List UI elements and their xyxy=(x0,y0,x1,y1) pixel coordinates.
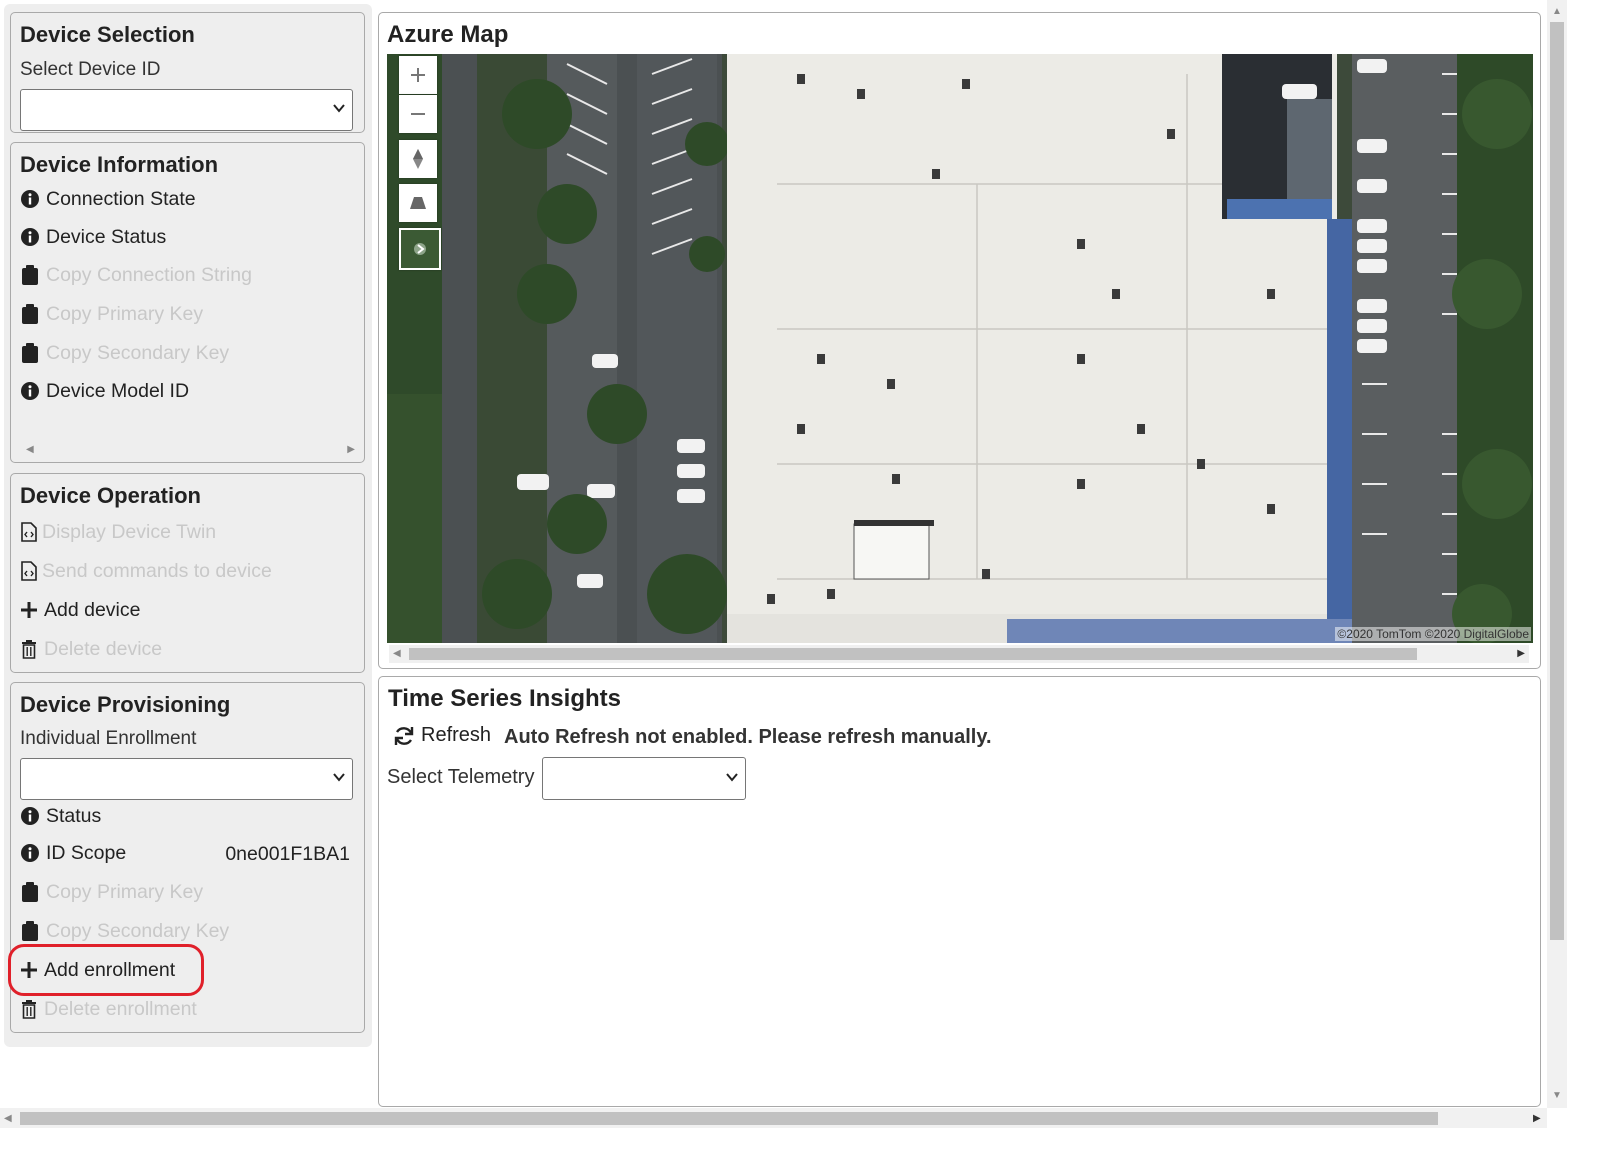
code-file-icon xyxy=(20,521,38,543)
pitch-button[interactable] xyxy=(399,184,437,222)
minus-icon xyxy=(411,113,425,115)
compass-icon xyxy=(413,149,423,169)
chevron-down-icon xyxy=(333,773,345,782)
page-vertical-scrollbar[interactable]: ▲ ▼ xyxy=(1547,0,1567,1108)
scroll-right-icon[interactable]: ▶ xyxy=(1517,648,1525,659)
clipboard-icon xyxy=(20,342,40,364)
enrollment-copy-secondary-key-item[interactable]: Copy Secondary Key xyxy=(20,916,229,946)
clipboard-icon xyxy=(20,303,40,325)
device-provisioning-title: Device Provisioning xyxy=(20,692,231,717)
delete-enrollment-label: Delete enrollment xyxy=(44,997,197,1020)
scroll-right-icon[interactable]: ▶ xyxy=(347,444,355,455)
clipboard-icon xyxy=(20,920,40,942)
device-operation-panel: Device Operation Display Device Twin Sen… xyxy=(10,473,365,673)
connection-state-item[interactable]: Connection State xyxy=(20,184,196,214)
chevron-down-icon xyxy=(333,104,345,113)
scroll-up-icon[interactable]: ▲ xyxy=(1552,6,1562,17)
select-telemetry-label: Select Telemetry xyxy=(387,766,535,788)
device-information-panel: Device Information Connection State Devi… xyxy=(10,142,365,463)
code-file-icon xyxy=(20,560,38,582)
copy-primary-key-item[interactable]: Copy Primary Key xyxy=(20,299,203,329)
clipboard-icon xyxy=(20,264,40,286)
id-scope-item[interactable]: ID Scope xyxy=(20,838,126,868)
copy-secondary-key-item[interactable]: Copy Secondary Key xyxy=(20,338,229,368)
add-device-label: Add device xyxy=(44,598,141,621)
device-information-title: Device Information xyxy=(20,152,219,177)
send-commands-label: Send commands to device xyxy=(42,559,272,582)
plus-icon xyxy=(411,68,425,82)
device-selection-title: Device Selection xyxy=(20,22,195,47)
refresh-button[interactable]: Refresh xyxy=(393,724,491,747)
device-info-scrollbar[interactable]: ◀ ▶ xyxy=(22,442,357,458)
copy-connection-string-label: Copy Connection String xyxy=(46,263,252,286)
device-selection-panel: Device Selection Select Device ID xyxy=(10,12,365,133)
enrollment-copy-primary-key-label: Copy Primary Key xyxy=(46,880,204,903)
device-status-label: Device Status xyxy=(46,225,167,248)
page-horizontal-scrollbar-thumb[interactable] xyxy=(20,1112,1438,1125)
map-scrollbar-thumb[interactable] xyxy=(409,648,1417,660)
info-icon xyxy=(20,188,40,210)
map-style-icon xyxy=(414,243,426,255)
page-horizontal-scrollbar[interactable]: ◀ ▶ xyxy=(0,1108,1547,1128)
chevron-down-icon xyxy=(726,773,738,782)
refresh-label: Refresh xyxy=(421,724,492,746)
add-device-item[interactable]: Add device xyxy=(20,595,140,625)
delete-device-label: Delete device xyxy=(44,637,163,660)
device-id-select[interactable] xyxy=(20,89,353,131)
copy-primary-key-label: Copy Primary Key xyxy=(46,302,204,325)
individual-enrollment-label: Individual Enrollment xyxy=(20,728,197,749)
enrollment-select[interactable] xyxy=(20,758,353,800)
map-scrollbar[interactable]: ◀ ▶ xyxy=(389,645,1529,663)
enrollment-copy-secondary-key-label: Copy Secondary Key xyxy=(46,919,230,942)
copy-connection-string-item[interactable]: Copy Connection String xyxy=(20,260,252,290)
clipboard-icon xyxy=(20,881,40,903)
scroll-right-icon[interactable]: ▶ xyxy=(1533,1113,1541,1124)
id-scope-label: ID Scope xyxy=(46,841,127,864)
info-icon xyxy=(20,805,40,827)
plus-icon xyxy=(20,599,38,621)
zoom-in-button[interactable] xyxy=(399,56,437,94)
send-commands-item[interactable]: Send commands to device xyxy=(20,556,272,586)
telemetry-select[interactable] xyxy=(542,757,746,800)
map-title: Azure Map xyxy=(387,21,509,48)
page-vertical-scrollbar-thumb[interactable] xyxy=(1550,22,1564,940)
display-device-twin-label: Display Device Twin xyxy=(42,520,217,543)
auto-refresh-note: Auto Refresh not enabled. Please refresh… xyxy=(504,726,992,748)
delete-enrollment-item[interactable]: Delete enrollment xyxy=(20,994,197,1024)
azure-map-panel: Azure Map ©2020 TomTom ©2020 DigitalGlob… xyxy=(378,12,1541,669)
device-model-id-item[interactable]: Device Model ID xyxy=(20,376,189,406)
connection-state-label: Connection State xyxy=(46,187,196,210)
map-attribution: ©2020 TomTom ©2020 DigitalGlobe xyxy=(1335,627,1531,641)
delete-device-item[interactable]: Delete device xyxy=(20,634,162,664)
scroll-down-icon[interactable]: ▼ xyxy=(1552,1090,1562,1101)
scroll-left-icon[interactable]: ◀ xyxy=(4,1113,12,1124)
select-device-id-label: Select Device ID xyxy=(20,59,161,80)
device-status-item[interactable]: Device Status xyxy=(20,222,166,252)
compass-button[interactable] xyxy=(399,140,437,178)
scroll-left-icon[interactable]: ◀ xyxy=(393,648,401,659)
scroll-left-icon[interactable]: ◀ xyxy=(26,444,34,455)
trash-icon xyxy=(20,998,38,1020)
time-series-insights-panel: Time Series Insights Refresh Auto Refres… xyxy=(378,676,1541,1107)
display-device-twin-item[interactable]: Display Device Twin xyxy=(20,517,216,547)
satellite-map[interactable]: ©2020 TomTom ©2020 DigitalGlobe xyxy=(387,54,1533,643)
id-scope-value: 0ne001F1BA1 xyxy=(225,843,350,865)
provisioning-status-item[interactable]: Status xyxy=(20,801,101,831)
trash-icon xyxy=(20,638,38,660)
pitch-icon xyxy=(410,197,426,209)
map-style-button[interactable] xyxy=(399,228,441,270)
enrollment-copy-primary-key-item[interactable]: Copy Primary Key xyxy=(20,877,203,907)
zoom-out-button[interactable] xyxy=(399,95,437,133)
device-operation-title: Device Operation xyxy=(20,483,201,508)
tsi-title: Time Series Insights xyxy=(388,685,621,712)
device-model-id-label: Device Model ID xyxy=(46,379,190,402)
map-imagery xyxy=(387,54,1533,643)
refresh-icon xyxy=(394,726,414,745)
copy-secondary-key-label: Copy Secondary Key xyxy=(46,341,230,364)
info-icon xyxy=(20,842,40,864)
add-enrollment-highlight xyxy=(8,944,204,996)
info-icon xyxy=(20,380,40,402)
provisioning-status-label: Status xyxy=(46,804,102,827)
info-icon xyxy=(20,226,40,248)
